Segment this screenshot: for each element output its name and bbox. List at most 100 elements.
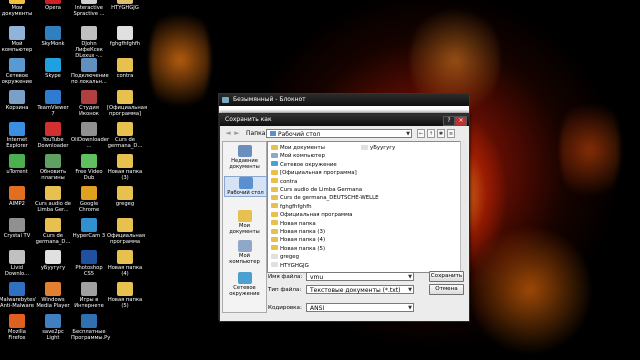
desktop-icon-image [81,122,97,136]
desktop-icon[interactable]: Interactive Spractive ... [71,0,107,17]
desktop-icon[interactable]: Новая папка (5) [107,282,143,309]
back-icon[interactable]: ◄ [224,129,232,138]
desktop-icon[interactable]: uTorrent [0,154,35,175]
file-list-item[interactable]: Мой компьютер [271,152,325,160]
help-button[interactable]: ? [443,116,455,126]
desktop-icon[interactable]: SkyMonk [35,26,71,47]
desktop-icon[interactable]: уБуугугу [35,250,71,271]
desktop-icon[interactable]: Skype [35,58,71,79]
desktop-icon[interactable]: Curs audio de Limba Ger... [35,186,71,213]
forward-icon[interactable]: ► [233,129,241,138]
file-list-item[interactable]: Новая папка (3) [271,228,325,236]
place-label: Мои документы [229,223,260,235]
desktop-icon[interactable]: save2pc Light [35,314,71,341]
desktop-icon[interactable]: HyperCam 3 [71,218,107,239]
place-recent[interactable]: Недавние документы [224,145,265,170]
file-list-item[interactable]: gregeg [271,253,299,261]
desktop-icon[interactable]: Photoshop CS5 [71,250,107,277]
desktop-icon[interactable]: Сетевое окружение [0,58,35,85]
desktop-icon[interactable]: Студия Иконок [71,90,107,117]
desktop-icon-image [45,26,61,40]
desktop-icon-label: Internet Explorer [6,137,28,149]
desktop-icon[interactable]: Livid Downlo... [0,250,35,277]
place-desktop[interactable]: Рабочий стол [224,176,267,197]
desktop-icon[interactable]: Opera [35,0,71,11]
file-list-item[interactable]: Официальная программа [271,211,352,219]
file-list-item[interactable]: Сетевое окружение [271,161,337,169]
file-list-item[interactable]: уБуугугу [361,144,395,152]
view-menu-icon[interactable]: ≡ [447,129,455,138]
file-list-item[interactable]: Curs de germana_DEUTSCHE-WELLE [271,194,379,202]
wallpaper-flame [560,90,620,210]
desktop-icon-label: SkyMonk [41,41,65,47]
up-folder-icon[interactable]: ↑ [427,129,435,138]
save-as-dialog: Сохранить как ? × ◄ ► Папка: Рабочий сто… [219,113,470,322]
file-list-item[interactable]: Новая папка (4) [271,236,325,244]
desktop-icon[interactable]: Mozilla Firefox [0,314,35,341]
file-list-item[interactable]: [Официальная программа] [271,169,357,177]
folder-icon [271,178,278,184]
desktop-icon[interactable]: OliDownloader ... [71,122,109,149]
desktop-icon[interactable]: Мои документы [0,0,35,17]
file-list-item[interactable]: Мои документы [271,144,325,152]
desktop-icon[interactable]: Бесплатные Программы.Ру [71,314,110,341]
file-name: Новая папка (5) [280,245,326,252]
encoding-select[interactable]: ANSI ▼ [306,303,414,312]
desktop-icon[interactable]: DJohn ЛифеКсек DLexus -... [71,26,107,59]
file-list-item[interactable]: Curs audio de Limba Germana [271,186,362,194]
desktop-icon[interactable]: [Официальная программа] [107,90,147,117]
desktop-icon-label: Curs audio de Limba Ger... [35,201,71,213]
desktop-icon-label: uTorrent [6,169,28,175]
back-folder-icon[interactable]: ← [417,129,425,138]
filetype-select[interactable]: Текстовые документы (*.txt) ▼ [306,285,414,294]
file-name: [Официальная программа] [280,170,357,177]
file-list-item[interactable]: fghgfhfghfh [271,203,312,211]
desktop-icon[interactable]: Crystal TV [0,218,35,239]
file-list-item[interactable]: HTYGHGJG [271,262,309,270]
desktop-icon[interactable]: Новая папка (3) [107,154,143,181]
desktop-icon[interactable]: AIMP2 [0,186,35,207]
desktop-icon[interactable]: HTYGHGJG [107,0,143,11]
desktop-icon[interactable]: Игры в Интернете [71,282,107,309]
desktop-icon[interactable]: Обновить плагины [35,154,71,181]
new-folder-icon[interactable]: ✱ [437,129,445,138]
file-list-item[interactable]: Новая папка (5) [271,245,325,253]
desktop-icon[interactable]: TeamViewer 7 [35,90,71,117]
desktop-icon[interactable]: Windows Media Player [35,282,71,309]
desktop-icon[interactable]: Malwarebytes' Anti-Malware [0,282,36,309]
file-list-item[interactable]: contra [271,178,297,186]
place-my-computer[interactable]: Мой компьютер [224,240,265,265]
desktop-icon[interactable]: Мой компьютер [0,26,35,53]
place-my-documents[interactable]: Мои документы [224,210,265,235]
desktop-icon[interactable]: contra [107,58,143,79]
dialog-titlebar[interactable]: Сохранить как ? × [220,114,469,126]
place-network[interactable]: Сетевое окружение [224,272,265,297]
desktop-icon[interactable]: Официальная программа [107,218,145,245]
desktop-icon[interactable]: Новая папка (4) [107,250,143,277]
desktop-icon[interactable]: Curs de germana_D... [35,218,71,245]
notepad-titlebar[interactable]: Безымянный - Блокнот [219,94,469,106]
desktop-icon[interactable]: fghgfhfghfh [107,26,143,47]
folder-select[interactable]: Рабочий стол ▼ [266,129,412,138]
desktop-icon-image [9,26,25,40]
cancel-button[interactable]: Отмена [429,284,464,295]
filename-input[interactable]: vmu ▼ [306,272,414,281]
desktop-icon-label: AIMP2 [9,201,25,207]
network-icon [237,272,252,284]
desktop-icon[interactable]: Internet Explorer [0,122,35,149]
file-list-item[interactable]: Новая папка [271,220,316,228]
desktop-icon[interactable]: gregeg [107,186,143,207]
file-list[interactable]: Мои документы Мой компьютер Сетевое окруже… [267,141,463,273]
desktop-icon[interactable]: Подключение по локальн... [71,58,109,85]
desktop-icon-image [45,218,61,232]
file-list-scrollbar[interactable] [460,141,467,271]
desktop-icon-image [45,58,61,72]
desktop-icon[interactable]: YouTube Downloader [35,122,71,149]
desktop-icon[interactable]: Free Video Dub [71,154,107,181]
desktop-icon[interactable]: Curs de germana_D... [107,122,143,149]
desktop-icon-image [81,90,97,104]
desktop-icon[interactable]: Google Chrome [71,186,107,213]
save-button[interactable]: Сохранить [429,271,464,282]
close-button[interactable]: × [455,116,467,126]
desktop-icon[interactable]: Корзина [0,90,35,111]
